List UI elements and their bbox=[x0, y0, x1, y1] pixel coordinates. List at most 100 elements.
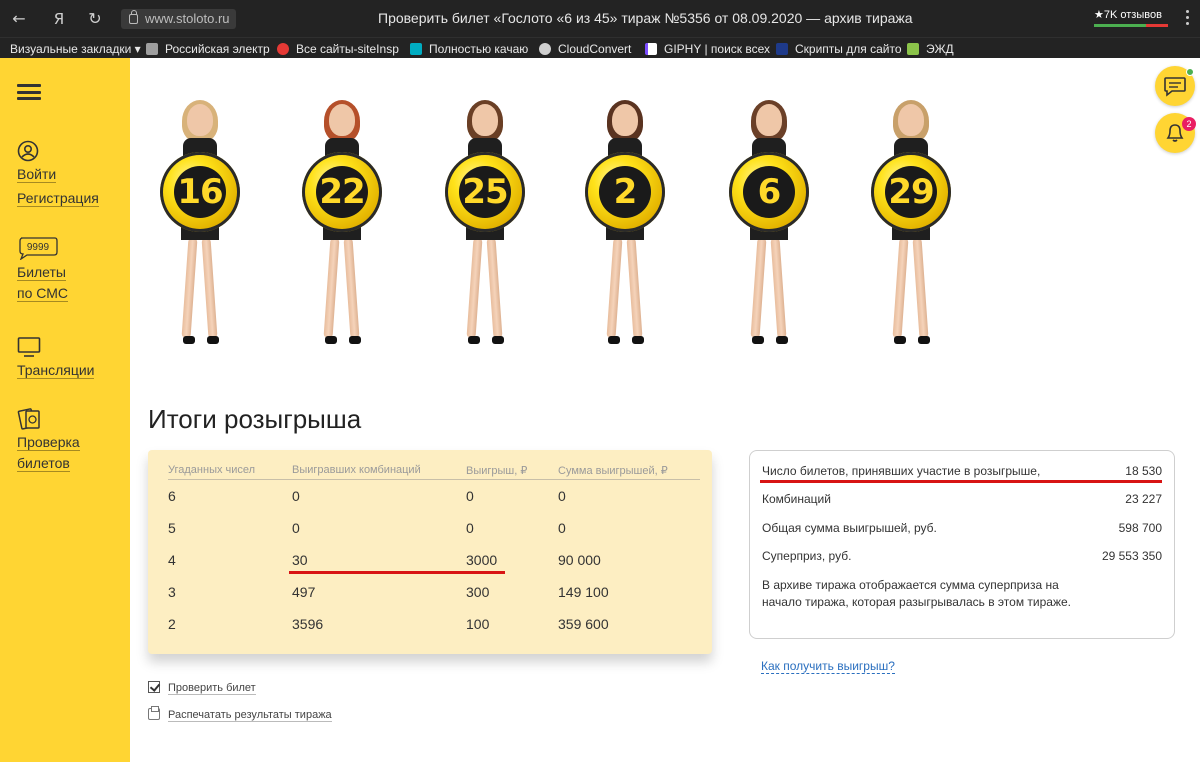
chat-button[interactable] bbox=[1155, 66, 1195, 106]
lock-icon bbox=[129, 10, 138, 24]
stat-label: Комбинаций bbox=[762, 492, 831, 506]
stat-superprize: Суперприз, руб. 29 553 350 bbox=[762, 549, 1162, 567]
menu-icon[interactable] bbox=[17, 84, 41, 100]
browser-menu-icon[interactable] bbox=[1186, 10, 1190, 28]
check-link-line1[interactable]: Проверка bbox=[17, 432, 80, 453]
lottery-ball: 6 bbox=[729, 152, 809, 232]
bookmark-favicon-icon bbox=[907, 43, 919, 55]
ball-number: 6 bbox=[757, 172, 782, 212]
ball-number: 16 bbox=[177, 172, 223, 212]
bookmark-favicon-icon bbox=[539, 43, 551, 55]
highlight-underline bbox=[289, 571, 505, 574]
table-row: 4 30 3000 90 000 bbox=[168, 552, 700, 572]
header-prize-sum: Сумма выигрышей, ₽ bbox=[558, 465, 668, 477]
check-link-line2[interactable]: билетов bbox=[17, 453, 80, 474]
ticket-check-icon bbox=[17, 408, 40, 430]
cell-prize: 3000 bbox=[466, 552, 498, 568]
reviews-rating-bar bbox=[1094, 24, 1168, 27]
lottery-ball: 16 bbox=[160, 152, 240, 232]
bookmark-favicon-icon bbox=[277, 43, 289, 55]
stat-label: Число билетов, принявших участие в розыг… bbox=[762, 464, 1041, 478]
back-icon[interactable]: ← bbox=[8, 8, 30, 30]
bookmark-visual[interactable]: Визуальные закладки ▾ bbox=[10, 41, 141, 57]
bookmark-item[interactable]: Российская электр bbox=[146, 41, 270, 57]
bookmark-favicon-icon bbox=[645, 43, 657, 55]
sms-link-line1[interactable]: Билеты bbox=[17, 262, 68, 283]
bookmark-favicon-icon bbox=[776, 43, 788, 55]
bookmark-item[interactable]: Полностью качаю bbox=[410, 41, 528, 57]
cell-prize: 0 bbox=[466, 520, 474, 536]
cell-prize: 0 bbox=[466, 488, 474, 504]
bookmark-item[interactable]: CloudConvert bbox=[539, 41, 631, 57]
results-table: Угаданных чисел Выигравших комбинаций Вы… bbox=[148, 450, 712, 654]
lottery-ball-figure: 25 bbox=[440, 100, 530, 350]
how-to-get-prize-link[interactable]: Как получить выигрыш? bbox=[761, 659, 895, 674]
sidebar-item-login[interactable]: Войти Регистрация bbox=[17, 140, 99, 209]
user-icon bbox=[17, 140, 39, 162]
draw-stats-panel: Число билетов, принявших участие в розыг… bbox=[749, 450, 1175, 639]
cell-guessed: 6 bbox=[168, 488, 176, 504]
broadcasts-link[interactable]: Трансляции bbox=[17, 360, 95, 381]
bookmark-item[interactable]: Скрипты для сайто bbox=[776, 41, 902, 57]
bookmark-item[interactable]: Все сайты-siteInsp bbox=[277, 41, 399, 57]
stat-combinations: Комбинаций 23 227 bbox=[762, 492, 1162, 510]
lottery-ball: 22 bbox=[302, 152, 382, 232]
results-heading: Итоги розыгрыша bbox=[148, 404, 362, 434]
cell-prize-sum: 90 000 bbox=[558, 552, 601, 568]
bookmark-label: Визуальные закладки ▾ bbox=[10, 42, 141, 56]
header-winning-combos: Выигравших комбинаций bbox=[292, 464, 421, 476]
sms-link-line2[interactable]: по СМС bbox=[17, 283, 68, 304]
bookmark-item[interactable]: GIPHY | поиск всех bbox=[645, 41, 770, 57]
sidebar-item-broadcasts[interactable]: Трансляции bbox=[17, 336, 95, 381]
cell-winning-combos: 3596 bbox=[292, 616, 324, 632]
cell-prize: 300 bbox=[466, 584, 490, 600]
yandex-icon[interactable]: Я bbox=[48, 8, 70, 30]
header-prize: Выигрыш, ₽ bbox=[466, 465, 528, 477]
stat-value: 23 227 bbox=[1125, 492, 1162, 506]
check-ticket-label: Проверить билет bbox=[168, 682, 256, 695]
lottery-ball-figure: 2 bbox=[580, 100, 670, 350]
table-row: 3 497 300 149 100 bbox=[168, 584, 700, 604]
lottery-ball-figure: 29 bbox=[866, 100, 956, 350]
lottery-ball-figure: 22 bbox=[297, 100, 387, 350]
sidebar: Войти Регистрация 9999 Билеты по СМС Тра… bbox=[0, 58, 130, 762]
reload-icon[interactable]: ↻ bbox=[84, 8, 106, 30]
bookmark-favicon-icon bbox=[410, 43, 422, 55]
highlight-underline bbox=[760, 480, 1162, 483]
bookmarks-bar: Визуальные закладки ▾ Российская электр … bbox=[0, 37, 1200, 58]
register-link[interactable]: Регистрация bbox=[17, 188, 99, 209]
lottery-ball-figure: 6 bbox=[724, 100, 814, 350]
ball-number: 29 bbox=[888, 172, 934, 212]
cell-guessed: 4 bbox=[168, 552, 176, 568]
bookmark-item[interactable]: ЭЖД bbox=[907, 41, 954, 57]
check-ticket-action[interactable]: Проверить билет bbox=[148, 681, 256, 695]
table-row: 6 0 0 0 bbox=[168, 488, 700, 508]
bookmark-favicon-icon bbox=[146, 43, 158, 55]
ball-number: 2 bbox=[613, 172, 638, 212]
cell-winning-combos: 497 bbox=[292, 584, 316, 600]
cell-guessed: 5 bbox=[168, 520, 176, 536]
sidebar-item-check[interactable]: Проверка билетов bbox=[17, 408, 80, 474]
results-table-header: Угаданных чисел Выигравших комбинаций Вы… bbox=[168, 464, 700, 480]
printer-icon bbox=[148, 706, 160, 720]
login-link[interactable]: Войти bbox=[17, 164, 99, 185]
cell-winning-combos: 0 bbox=[292, 520, 300, 536]
header-guessed: Угаданных чисел bbox=[168, 464, 256, 476]
print-results-action[interactable]: Распечатать результаты тиража bbox=[148, 706, 332, 722]
stat-value: 598 700 bbox=[1118, 521, 1162, 535]
ball-number: 22 bbox=[319, 172, 365, 212]
reviews-badge[interactable]: ★7K отзывов bbox=[1094, 8, 1168, 27]
browser-toolbar: ← Я ↻ www.stoloto.ru Проверить билет «Го… bbox=[0, 0, 1200, 37]
superprize-note: В архиве тиража отображается сумма супер… bbox=[762, 578, 1071, 609]
table-row: 5 0 0 0 bbox=[168, 520, 700, 540]
online-indicator bbox=[1186, 68, 1194, 76]
sms-bubble-icon: 9999 bbox=[19, 237, 58, 260]
notifications-button[interactable]: 2 bbox=[1155, 113, 1196, 153]
table-row: 2 3596 100 359 600 bbox=[168, 616, 700, 636]
sidebar-item-sms[interactable]: 9999 Билеты по СМС bbox=[17, 236, 68, 304]
address-bar[interactable]: www.stoloto.ru bbox=[121, 9, 236, 29]
cell-prize-sum: 149 100 bbox=[558, 584, 609, 600]
cell-prize-sum: 0 bbox=[558, 488, 566, 504]
stat-label: Суперприз, руб. bbox=[762, 549, 852, 563]
stat-value: 18 530 bbox=[1125, 464, 1162, 478]
